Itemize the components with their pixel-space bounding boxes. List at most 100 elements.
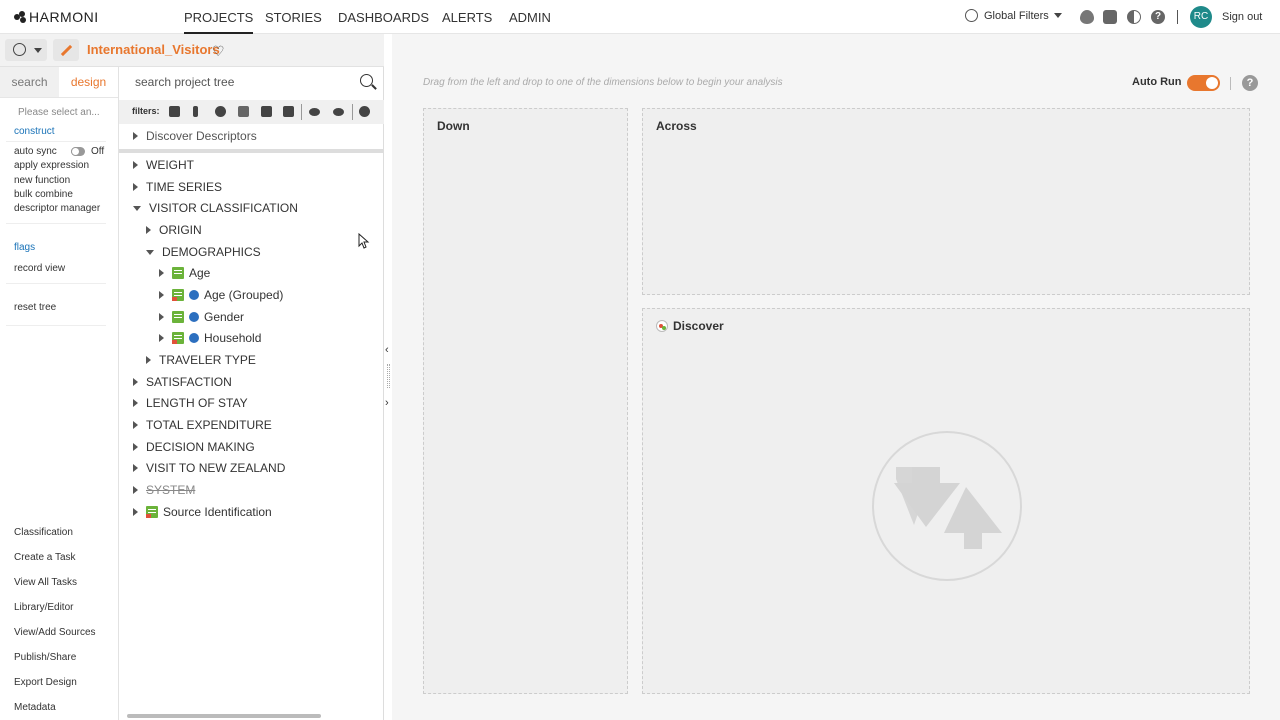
tree-node-visit-to-new-zealand[interactable]: VISIT TO NEW ZEALAND: [133, 461, 285, 481]
nav-dashboards[interactable]: DASHBOARDS: [338, 10, 429, 25]
filters-label: filters:: [132, 106, 160, 116]
sign-out-link[interactable]: Sign out: [1222, 11, 1262, 23]
auto-sync-label: auto sync: [14, 146, 57, 157]
across-dropzone[interactable]: Across: [642, 108, 1250, 295]
new-function-link[interactable]: new function: [14, 175, 70, 186]
tree-node-demographics[interactable]: DEMOGRAPHICS: [146, 245, 261, 265]
expand-arrow-icon: [133, 161, 138, 169]
tag-filter-icon[interactable]: [283, 106, 294, 117]
down-dropzone[interactable]: Down: [423, 108, 628, 694]
reset-tree-link[interactable]: reset tree: [14, 302, 56, 313]
flags-link[interactable]: flags: [14, 242, 35, 253]
scale-filter-icon[interactable]: [238, 106, 249, 117]
tree-node-origin[interactable]: ORIGIN: [146, 223, 202, 243]
tree-node-total-expenditure[interactable]: TOTAL EXPENDITURE: [133, 418, 272, 438]
brain-icon[interactable]: [1103, 10, 1117, 24]
tree-node-length-of-stay[interactable]: LENGTH OF STAY: [133, 396, 248, 416]
library-editor-link[interactable]: Library/Editor: [14, 602, 73, 613]
tree-node-time-series[interactable]: TIME SERIES: [133, 180, 222, 200]
tree-horizontal-scrollbar[interactable]: [127, 714, 321, 718]
shirt-filter-icon[interactable]: [261, 106, 272, 117]
variable-icon: [146, 506, 158, 518]
bulk-combine-link[interactable]: bulk combine: [14, 189, 73, 200]
expand-arrow-icon: [133, 183, 138, 191]
tree-node-visitor-classification[interactable]: VISITOR CLASSIFICATION: [133, 201, 298, 221]
collapse-left-icon[interactable]: ‹: [385, 344, 389, 356]
tab-design[interactable]: design: [59, 67, 118, 97]
tree-node-decision-making[interactable]: DECISION MAKING: [133, 440, 255, 460]
filters-divider: [352, 104, 353, 120]
harmoni-logo[interactable]: HARMONI: [14, 9, 99, 25]
discover-dropzone[interactable]: Discover: [642, 308, 1250, 694]
classification-link[interactable]: Classification: [14, 527, 73, 538]
expand-arrow-icon: [146, 356, 151, 364]
brand-name: HARMONI: [29, 9, 99, 25]
project-title[interactable]: International_Visitors: [87, 42, 220, 57]
expand-arrow-icon: [133, 508, 138, 516]
panel-resize-grip[interactable]: [387, 364, 390, 388]
eye-icon[interactable]: [1080, 10, 1094, 24]
auto-sync-toggle[interactable]: [71, 147, 85, 156]
down-title: Down: [437, 119, 470, 133]
tree-node-label: Source Identification: [163, 505, 272, 519]
expand-arrow-icon: [159, 334, 164, 342]
across-title: Across: [656, 119, 697, 133]
record-view-link[interactable]: record view: [14, 263, 65, 274]
metadata-link[interactable]: Metadata: [14, 702, 56, 713]
grid-filter-icon[interactable]: [169, 106, 180, 117]
tree-node-label: WEIGHT: [146, 158, 194, 172]
descriptor-select[interactable]: Please select an...: [18, 107, 100, 118]
divider: [6, 141, 106, 142]
tree-node-gender[interactable]: Gender: [159, 310, 244, 330]
location-filter-icon[interactable]: [215, 106, 226, 117]
collapse-right-icon[interactable]: ›: [385, 397, 389, 409]
tab-search[interactable]: search: [0, 67, 59, 97]
tree-node-source-identification[interactable]: Source Identification: [133, 505, 272, 525]
help-icon[interactable]: ?: [1151, 10, 1165, 24]
nav-admin[interactable]: ADMIN: [509, 10, 551, 25]
column-filter-icon[interactable]: [193, 106, 198, 117]
tree-node-age-grouped[interactable]: Age (Grouped): [159, 288, 283, 308]
tree-node-household[interactable]: Household: [159, 331, 261, 351]
export-design-link[interactable]: Export Design: [14, 677, 77, 688]
contrast-filter-icon[interactable]: [359, 106, 370, 117]
nav-stories[interactable]: STORIES: [265, 10, 322, 25]
expand-arrow-icon: [133, 132, 138, 140]
tree-node-age[interactable]: Age: [159, 266, 210, 286]
eye-filter-icon[interactable]: [309, 108, 320, 116]
tree-node-label: DEMOGRAPHICS: [162, 245, 261, 259]
construct-link[interactable]: construct: [14, 126, 55, 137]
collapse-arrow-icon: [146, 250, 154, 255]
view-add-sources-link[interactable]: View/Add Sources: [14, 627, 96, 638]
tree-node-label: SATISFACTION: [146, 375, 232, 389]
tree-node-system[interactable]: SYSTEM: [133, 483, 195, 503]
tree-node-traveler-type[interactable]: TRAVELER TYPE: [146, 353, 256, 373]
auto-run-toggle[interactable]: [1187, 75, 1220, 91]
edit-project-button[interactable]: [53, 39, 79, 61]
logo-mark-icon: [14, 11, 27, 23]
history-button[interactable]: [5, 39, 47, 61]
project-tree-panel: search project tree filters: Discover De…: [119, 67, 384, 720]
tree-node-satisfaction[interactable]: SATISFACTION: [133, 375, 232, 395]
nav-projects[interactable]: PROJECTS: [184, 10, 254, 34]
user-avatar[interactable]: RC: [1190, 6, 1212, 28]
tree-node-discover-descriptors[interactable]: Discover Descriptors: [133, 129, 257, 149]
global-filters-dropdown[interactable]: Global Filters: [965, 9, 1062, 22]
toolbar-divider: [1230, 77, 1231, 90]
tree-node-weight[interactable]: WEIGHT: [133, 158, 194, 178]
tree-search-input[interactable]: search project tree: [135, 75, 234, 89]
view-all-tasks-link[interactable]: View All Tasks: [14, 577, 77, 588]
create-task-link[interactable]: Create a Task: [14, 552, 76, 563]
publish-share-link[interactable]: Publish/Share: [14, 652, 76, 663]
favorite-heart-icon[interactable]: ♡: [212, 43, 225, 60]
eye-off-filter-icon[interactable]: [333, 108, 344, 116]
nav-divider: [1177, 10, 1178, 24]
tree-node-label: DECISION MAKING: [146, 440, 255, 454]
nav-alerts[interactable]: ALERTS: [442, 10, 492, 25]
search-icon[interactable]: [360, 74, 373, 87]
contrast-icon[interactable]: [1127, 10, 1141, 24]
apply-expression-link[interactable]: apply expression: [14, 160, 89, 171]
help-icon[interactable]: ?: [1242, 75, 1258, 91]
info-icon: [189, 312, 199, 322]
descriptor-manager-link[interactable]: descriptor manager: [14, 203, 100, 214]
